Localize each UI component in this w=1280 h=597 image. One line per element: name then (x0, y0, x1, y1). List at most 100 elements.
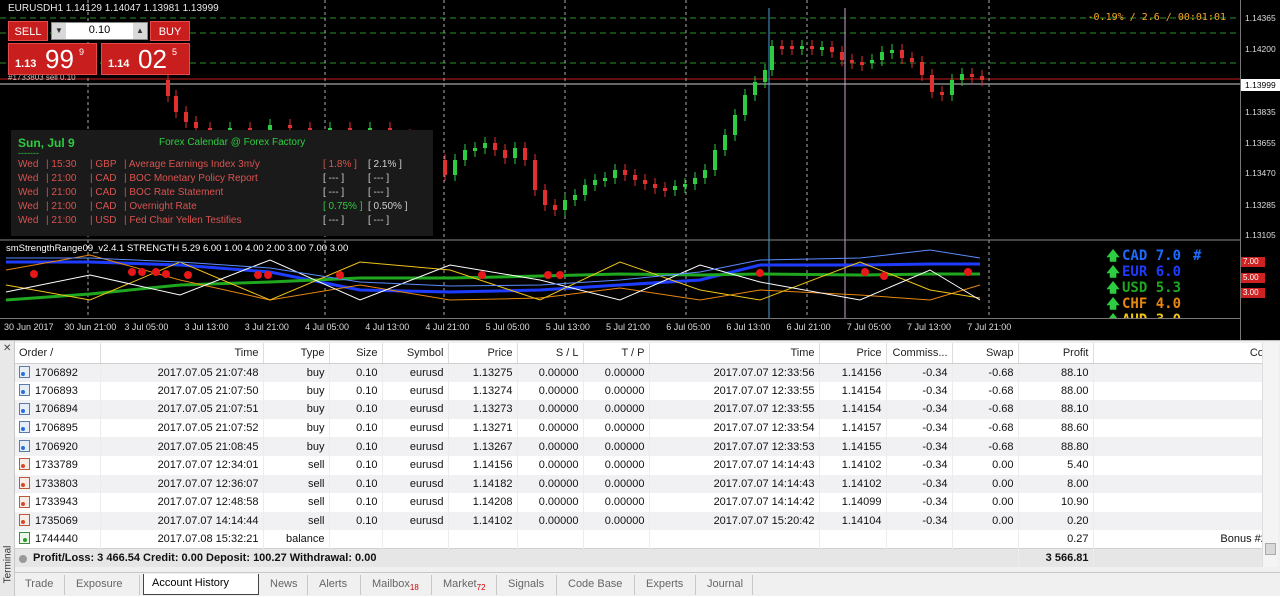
calendar-event-time: | 15:30 (46, 159, 77, 170)
signal-dot (152, 268, 160, 276)
column-header[interactable]: Time (649, 343, 820, 364)
column-header[interactable]: Type (263, 343, 330, 364)
price-tick-label: 1.13105 (1245, 230, 1276, 240)
tab-experts[interactable]: Experts (638, 575, 696, 595)
table-cell-size: 0.10 (329, 363, 383, 382)
table-cell-time: 2017.07.05 21:08:45 (100, 437, 264, 456)
calendar-event-time: | 21:00 (46, 187, 77, 198)
column-header[interactable]: T / P (583, 343, 650, 364)
tab-account-history[interactable]: Account History (143, 574, 259, 595)
table-cell-type: buy (263, 418, 330, 438)
vertical-scrollbar[interactable] (1262, 343, 1278, 567)
lot-increase-icon[interactable]: ▲ (133, 23, 147, 39)
column-header[interactable]: Commiss... (886, 343, 953, 364)
tab-code-base[interactable]: Code Base (560, 575, 635, 595)
table-cell-price: 1.14208 (448, 493, 518, 512)
table-cell-cprice (819, 530, 887, 549)
buy-price-button[interactable]: 1.14 02 5 (101, 43, 190, 75)
tab-news[interactable]: News (262, 575, 308, 595)
table-row[interactable]: 1706893 2017.07.05 21:07:50 buy 0.10 eurusd 1… (15, 381, 1262, 401)
time-scale[interactable]: 30 Jun 2017 30 Jun 21:00 3 Jul 05:00 3 Jul … (0, 318, 1240, 340)
column-header[interactable]: Price (819, 343, 887, 364)
price-chart[interactable]: #1733803 sell 0.10 EURUSDH1 1.14129 1.14… (0, 0, 1280, 340)
column-header[interactable]: Symbol (382, 343, 449, 364)
table-row[interactable]: 1706920 2017.07.05 21:08:45 buy 0.10 eurusd 1… (15, 437, 1262, 456)
chart-symbol-title: EURUSDH1 1.14129 1.14047 1.13981 1.13999 (8, 3, 219, 14)
column-header[interactable]: Order / (15, 343, 101, 364)
table-cell-cprice: 1.14154 (819, 400, 887, 419)
sell-price-button[interactable]: 1.13 99 9 (8, 43, 97, 75)
sell-order-icon (19, 514, 30, 527)
table-cell-order: 1744440 (15, 530, 101, 549)
tab-signals[interactable]: Signals (500, 575, 557, 595)
column-header[interactable]: Price (448, 343, 518, 364)
table-cell-tp: 0.00000 (583, 418, 650, 438)
lot-size-input[interactable]: ▼ 0.10 ▲ (51, 22, 148, 40)
column-header[interactable]: Time (100, 343, 264, 364)
tab-exposure[interactable]: Exposure (68, 575, 140, 595)
table-row[interactable]: 1735069 2017.07.07 14:14:44 sell 0.10 eurusd… (15, 511, 1262, 531)
tab-trade[interactable]: Trade (17, 575, 65, 595)
table-cell-time: 2017.07.08 15:32:21 (100, 530, 264, 549)
signal-dot (544, 271, 552, 279)
lot-size-value[interactable]: 0.10 (68, 24, 131, 36)
table-cell-swap: -0.68 (952, 400, 1019, 419)
table-row[interactable]: 1706894 2017.07.05 21:07:51 buy 0.10 eurusd 1… (15, 400, 1262, 419)
table-cell-profit: 10.90 (1018, 493, 1094, 512)
column-header[interactable]: Profit (1018, 343, 1094, 364)
calendar-event-forecast: [ 0.50% ] (368, 201, 408, 212)
tab-market[interactable]: Market72 (435, 575, 497, 595)
table-cell-profit: 0.20 (1018, 511, 1094, 531)
table-cell-ctime (649, 530, 820, 549)
table-cell-type: sell (263, 511, 330, 531)
sell-button[interactable]: SELL (8, 21, 48, 41)
close-icon[interactable]: ✕ (3, 343, 11, 354)
lot-decrease-icon[interactable]: ▼ (52, 23, 66, 39)
table-cell-ctime: 2017.07.07 12:33:56 (649, 363, 820, 382)
signal-dot (336, 271, 344, 279)
table-cell-comm (886, 530, 953, 549)
calendar-event-forecast: [ 2.1% ] (368, 159, 402, 170)
forex-calendar-panel: Sun, Jul 9 Forex Calendar @ Forex Factor… (11, 130, 433, 236)
sell-price-fraction: 9 (79, 47, 85, 57)
strength-value: CHF 4.0 (1122, 296, 1182, 312)
calendar-event-currency: | CAD (90, 173, 117, 184)
table-cell-order: 1706895 (15, 418, 101, 438)
tab-journal[interactable]: Journal (699, 575, 753, 595)
table-cell-symbol: eurusd (382, 418, 449, 438)
column-header[interactable]: Swap (952, 343, 1019, 364)
buy-button[interactable]: BUY (150, 21, 190, 41)
summary-total: 3 566.81 (1018, 548, 1094, 567)
tab-alerts[interactable]: Alerts (311, 575, 361, 595)
table-row[interactable]: 1733789 2017.07.07 12:34:01 sell 0.10 eurusd… (15, 455, 1262, 475)
table-cell-time: 2017.07.05 21:07:51 (100, 400, 264, 419)
column-header[interactable]: S / L (517, 343, 584, 364)
column-header[interactable]: Size (329, 343, 383, 364)
table-cell-profit: 88.10 (1018, 363, 1094, 382)
price-scale[interactable]: 1.14365 1.14200 1.13999 1.13835 1.13655 1.134… (1240, 0, 1280, 340)
table-cell-sl: 0.00000 (517, 363, 584, 382)
scrollbar-thumb[interactable] (1265, 543, 1276, 555)
table-row[interactable]: 1733943 2017.07.07 12:48:58 sell 0.10 eurusd… (15, 493, 1262, 512)
calendar-event-forecast: [ --- ] (368, 173, 390, 184)
candle-body (194, 122, 198, 128)
calendar-event-day: Wed (18, 215, 39, 226)
candle-body (553, 205, 557, 210)
table-row[interactable]: 1706892 2017.07.05 21:07:48 buy 0.10 eurusd 1… (15, 363, 1262, 382)
calendar-event-previous: [ --- ] (323, 187, 345, 198)
calendar-divider: ------- (18, 148, 39, 158)
table-row[interactable]: 1744440 2017.07.08 15:32:21 balance 0.27 Bon… (15, 530, 1262, 549)
candle-body (593, 180, 597, 185)
table-cell-order: 1733789 (15, 455, 101, 475)
calendar-event-day: Wed (18, 173, 39, 184)
column-header[interactable]: Comment (1093, 343, 1262, 364)
arrow-up-icon: 🡅 (1106, 265, 1120, 280)
table-cell-symbol: eurusd (382, 437, 449, 456)
table-row[interactable]: 1733803 2017.07.07 12:36:07 sell 0.10 eurusd… (15, 474, 1262, 494)
table-cell-swap: 0.00 (952, 511, 1019, 531)
table-row[interactable]: 1706895 2017.07.05 21:07:52 buy 0.10 eurusd 1… (15, 418, 1262, 438)
strength-series-line (5, 261, 981, 301)
tab-mailbox[interactable]: Mailbox18 (364, 575, 432, 595)
table-cell-size: 0.10 (329, 418, 383, 438)
time-tick-label: 6 Jul 21:00 (786, 322, 831, 332)
